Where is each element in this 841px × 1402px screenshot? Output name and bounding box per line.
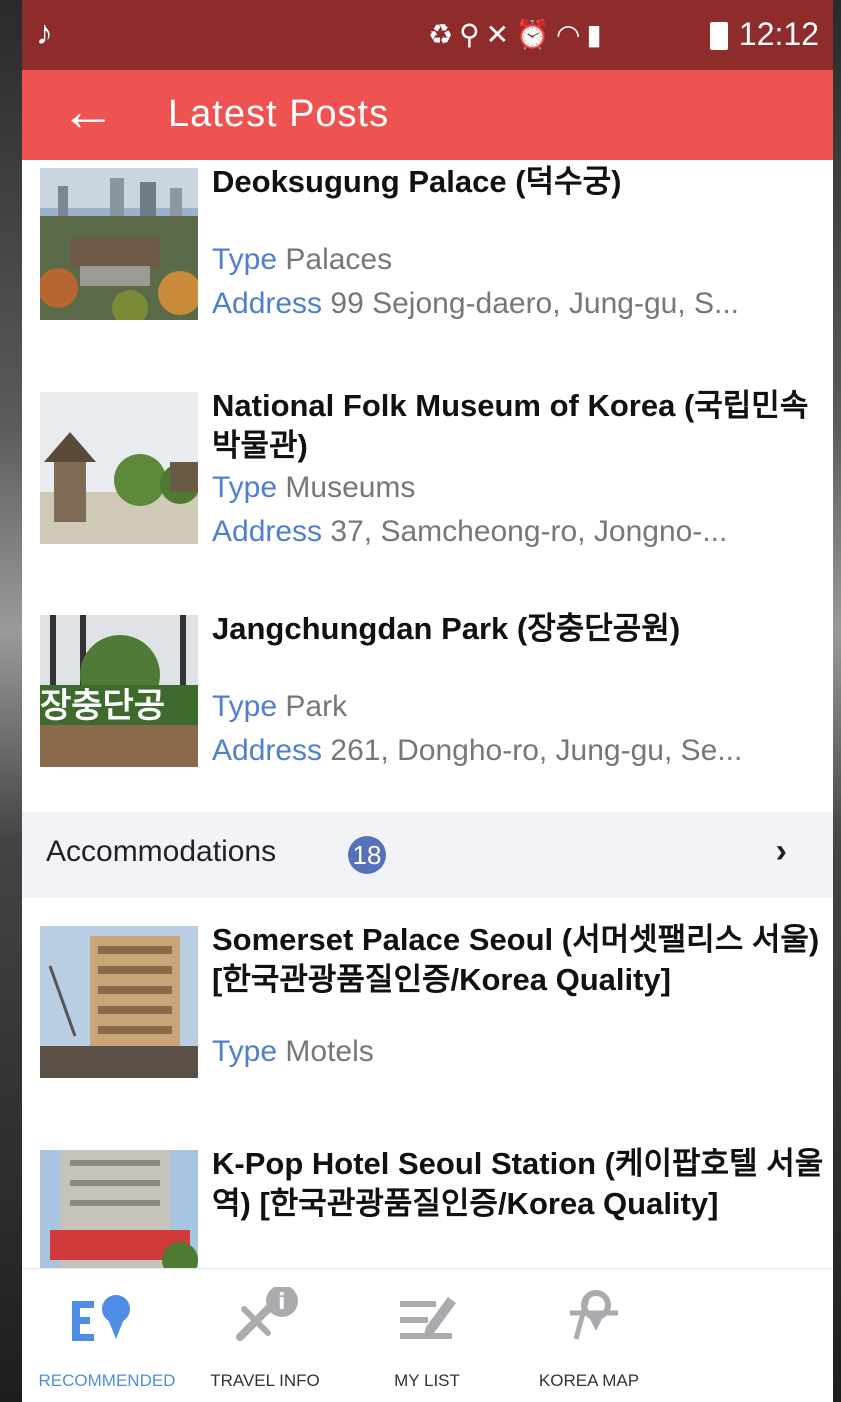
tab-label: MY LIST: [394, 1371, 460, 1390]
mute-icon: ✕: [485, 19, 516, 50]
korea-map-icon: [504, 1287, 674, 1347]
status-bar: ♪ ♻⚲✕⏰◠▮ 12:12: [22, 0, 833, 70]
accommodation-type: Type Motels: [212, 1035, 374, 1068]
post-title: Deoksugung Palace (덕수궁): [212, 164, 622, 199]
signal-icon: ▮: [586, 19, 608, 50]
tab-label: RECOMMENDED: [38, 1371, 176, 1390]
post-type: Type Park: [212, 690, 348, 723]
my-list-icon: [342, 1287, 512, 1347]
app-bar: ← Latest Posts: [22, 70, 833, 160]
recycle-icon: ♻: [428, 19, 460, 50]
svg-text:장충단공: 장충단공: [40, 686, 165, 726]
accommodations-section-header[interactable]: Accommodations 18 ›: [22, 812, 833, 898]
accommodation-title: Somerset Palace Seoul (서머셋팰리스 서울)[한국관광품질…: [212, 922, 820, 997]
list-item[interactable]: K-Pop Hotel Seoul Station (케이팝호텔 서울역) [한…: [22, 1142, 833, 1268]
back-arrow-icon[interactable]: ←: [60, 76, 116, 146]
page-title: Latest Posts: [168, 93, 390, 135]
post-title: Jangchungdan Park (장충단공원): [212, 611, 681, 646]
post-address: Address 37, Samcheong-ro, Jongno-...: [212, 515, 728, 548]
accommodation-title: K-Pop Hotel Seoul Station (케이팝호텔 서울역) [한…: [212, 1146, 824, 1221]
post-type: Type Palaces: [212, 243, 393, 276]
list-item[interactable]: 장충단공 Jangchungdan Park (장충단공원) Type Park…: [22, 607, 833, 807]
bottom-navigation: RECOMMENDED i TRAVEL INFO MY LIST KOREA …: [22, 1268, 833, 1402]
list-item[interactable]: National Folk Museum of Korea (국립민속박물관) …: [22, 384, 833, 584]
battery-icon: [710, 22, 728, 50]
recommended-icon: [22, 1287, 192, 1347]
post-thumbnail: 장충단공: [40, 615, 198, 767]
tab-korea-map[interactable]: KOREA MAP: [504, 1269, 674, 1402]
tab-recommended[interactable]: RECOMMENDED: [22, 1269, 192, 1402]
content-list: Deoksugung Palace (덕수궁) Type Palaces Add…: [22, 160, 833, 1268]
background-left-edge: [0, 0, 22, 1402]
music-note-icon: ♪: [36, 14, 53, 52]
post-title: National Folk Museum of Korea (국립민속박물관): [212, 388, 809, 463]
wifi-icon: ◠: [555, 19, 587, 50]
svg-text:i: i: [278, 1290, 286, 1315]
post-address: Address 261, Dongho-ro, Jung-gu, Se...: [212, 734, 743, 767]
list-item[interactable]: Deoksugung Palace (덕수궁) Type Palaces Add…: [22, 160, 833, 360]
alarm-icon: ⏰: [515, 19, 556, 50]
background-right-edge: [833, 0, 841, 1402]
count-badge: 18: [348, 836, 386, 874]
accommodation-thumbnail: [40, 926, 198, 1078]
post-type: Type Museums: [212, 471, 416, 504]
accommodation-thumbnail: [40, 1150, 198, 1268]
tab-travel-info[interactable]: i TRAVEL INFO: [180, 1269, 350, 1402]
section-title: Accommodations: [46, 835, 277, 868]
post-thumbnail: [40, 392, 198, 544]
status-icons: ♻⚲✕⏰◠▮: [428, 18, 608, 51]
tab-my-list[interactable]: MY LIST: [342, 1269, 512, 1402]
tab-label: KOREA MAP: [538, 1371, 640, 1390]
chevron-right-icon[interactable]: ›: [776, 832, 787, 871]
phone-screen: ♪ ♻⚲✕⏰◠▮ 12:12 ← Latest Posts Deoksugung…: [22, 0, 833, 1402]
tab-label: TRAVEL INFO: [210, 1371, 320, 1390]
location-icon: ⚲: [459, 19, 486, 50]
post-address: Address 99 Sejong-daero, Jung-gu, S...: [212, 287, 740, 320]
status-time: 12:12: [738, 16, 819, 52]
list-item[interactable]: Somerset Palace Seoul (서머셋팰리스 서울)[한국관광품질…: [22, 918, 833, 1118]
travel-info-icon: i: [180, 1285, 350, 1347]
post-thumbnail: [40, 168, 198, 320]
